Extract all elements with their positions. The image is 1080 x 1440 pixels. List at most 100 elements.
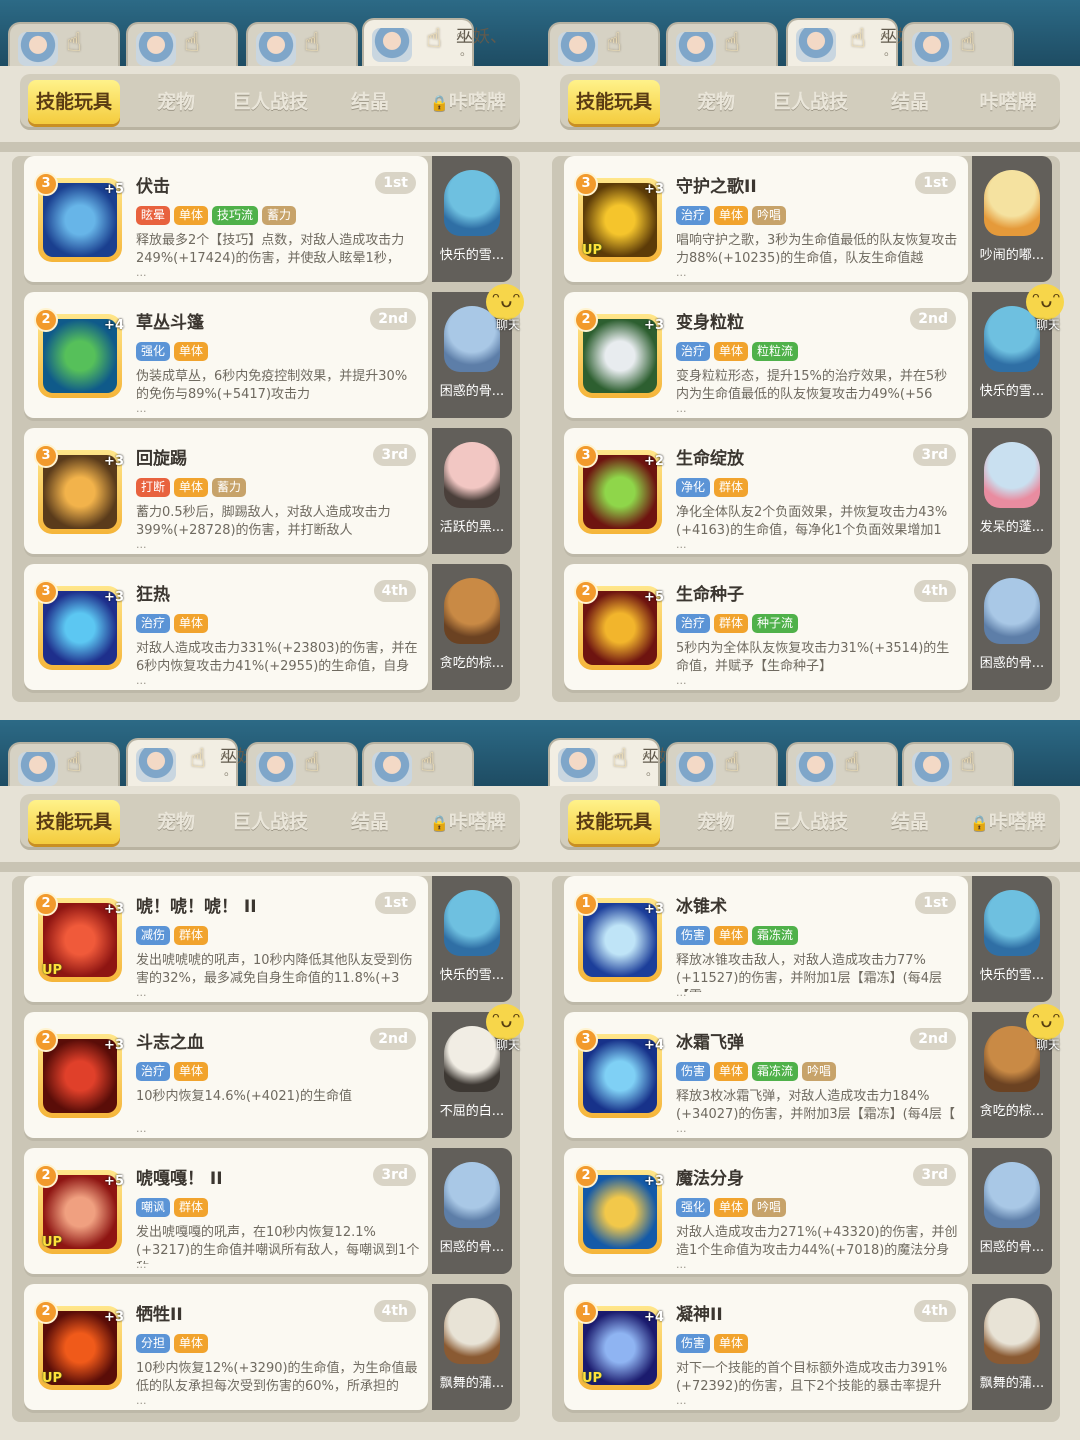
- tab-pets[interactable]: 宠物: [672, 800, 760, 844]
- pet-slot[interactable]: 活跃的黑...: [432, 428, 512, 554]
- tab-kata-cards[interactable]: 🔒咔嗒牌: [420, 800, 516, 844]
- pet-name: 活跃的黑...: [439, 520, 505, 535]
- skill-card[interactable]: 2 +5 UP 唬嘎嘎！ II 3rd 嘲讽 群体 发出唬嘎嘎的吼声，在10秒内恢复12.1%…: [24, 1148, 428, 1274]
- skill-icon[interactable]: 2 +3: [34, 1028, 124, 1118]
- tab-giant-skills[interactable]: 巨人战技: [212, 80, 328, 124]
- tab-pets[interactable]: 宠物: [132, 800, 220, 844]
- tab-giant-skills[interactable]: 巨人战技: [752, 80, 868, 124]
- character-tab[interactable]: ☝: [902, 742, 1014, 786]
- skill-card[interactable]: 3 +2 生命绽放 3rd 净化 群体 净化全体队友2个负面效果，并恢复攻击力43%(+41…: [564, 428, 968, 554]
- character-tab[interactable]: ☝: [8, 22, 120, 66]
- character-tab[interactable]: ☝: [548, 22, 660, 66]
- character-tab[interactable]: ☝: [666, 742, 778, 786]
- chat-label[interactable]: 聊天: [1036, 1036, 1060, 1053]
- pet-slot[interactable]: 快乐的雪...: [432, 876, 512, 1002]
- category-tab-bar: 技能玩具 宠物 巨人战技 结晶 咔嗒牌: [560, 74, 1060, 130]
- pet-slot[interactable]: 飘舞的蒲...: [972, 1284, 1052, 1410]
- tab-skill-toys[interactable]: 技能玩具: [568, 800, 660, 844]
- skill-icon[interactable]: 3 +5: [34, 172, 124, 262]
- pet-avatar: [984, 578, 1040, 644]
- character-tab[interactable]: ☝巫妖、∞。: [126, 738, 271, 786]
- skill-tag: 强化: [676, 1198, 711, 1217]
- skill-icon[interactable]: 3 +3: [34, 444, 124, 534]
- pet-slot[interactable]: 发呆的蓬...: [972, 428, 1052, 554]
- chat-label[interactable]: 聊天: [496, 1036, 520, 1053]
- pet-slot[interactable]: 困惑的骨...: [972, 564, 1052, 690]
- tab-giant-skills[interactable]: 巨人战技: [212, 800, 328, 844]
- skill-icon[interactable]: 2 +5 UP: [34, 1164, 124, 1254]
- skill-tag: 蓄力: [212, 478, 247, 497]
- skill-card[interactable]: 2 +3 变身粒粒 2nd 治疗 单体 粒粒流 变身粒粒形态，提升15%的治疗效果，并在5秒内…: [564, 292, 968, 418]
- screenshot-collage: ☝ ☝ ☝ ☝ 巫妖、 ∞。技能玩具 宠物 巨人战技 结晶 🔒咔嗒牌 3 +5 伏击 1st 眩晕 单体 技巧流…: [0, 0, 1080, 1440]
- skill-card[interactable]: 2 +5 生命种子 4th 治疗 群体 种子流 5秒内为全体队友恢复攻击力31%(+3514)…: [564, 564, 968, 690]
- pet-slot[interactable]: 困惑的骨...: [972, 1148, 1052, 1274]
- character-avatar: [136, 748, 176, 782]
- tab-crystals[interactable]: 结晶: [870, 80, 950, 124]
- skill-card[interactable]: 3 +4 冰霜飞弹 2nd 伤害 单体 霜冻流 吟唱 释放3枚冰霜飞弹，对敌人造成攻击力184%…: [564, 1012, 968, 1138]
- chat-bubble-icon[interactable]: ᵔᴗᵔ: [1026, 1004, 1064, 1040]
- tab-crystals[interactable]: 结晶: [330, 800, 410, 844]
- skill-card[interactable]: 3 +3 UP 守护之歌II 1st 治疗 单体 吟唱 唱响守护之歌，3秒为生命值最低的队友恢复…: [564, 156, 968, 282]
- tab-crystals[interactable]: 结晶: [870, 800, 950, 844]
- character-tab[interactable]: ☝: [362, 742, 474, 786]
- chat-label[interactable]: 聊天: [1036, 316, 1060, 333]
- skill-icon[interactable]: 2 +3 UP: [34, 892, 124, 982]
- pet-slot[interactable]: 飘舞的蒲...: [432, 1284, 512, 1410]
- skill-icon[interactable]: 2 +3: [574, 308, 664, 398]
- tab-kata-cards[interactable]: 🔒咔嗒牌: [960, 800, 1056, 844]
- skill-title: 魔法分身: [676, 1169, 744, 1189]
- character-tab[interactable]: ☝: [902, 22, 1014, 66]
- skill-icon[interactable]: 3 +2: [574, 444, 664, 534]
- skill-card[interactable]: 3 +5 伏击 1st 眩晕 单体 技巧流 蓄力 释放最多2个【技巧】点数，对敌人造成攻击力24…: [24, 156, 428, 282]
- character-tab[interactable]: ☝: [786, 742, 898, 786]
- tab-giant-skills[interactable]: 巨人战技: [752, 800, 868, 844]
- skill-icon[interactable]: 2 +3: [574, 1164, 664, 1254]
- character-tab[interactable]: ☝: [666, 22, 778, 66]
- skill-card[interactable]: 3 +3 狂热 4th 治疗 单体 对敌人造成攻击力331%(+23803)的伤害，并在6秒…: [24, 564, 428, 690]
- pet-avatar: [444, 890, 500, 956]
- skill-card[interactable]: 3 +3 回旋踢 3rd 打断 单体 蓄力 蓄力0.5秒后，脚踢敌人，对敌人造成攻击力399%…: [24, 428, 428, 554]
- pet-slot[interactable]: 快乐的雪...: [972, 876, 1052, 1002]
- character-tab[interactable]: ☝: [8, 742, 120, 786]
- tab-pets[interactable]: 宠物: [132, 80, 220, 124]
- character-tab[interactable]: ☝: [126, 22, 238, 66]
- skill-icon[interactable]: 2 +5: [574, 580, 664, 670]
- skill-icon[interactable]: 3 +3: [34, 580, 124, 670]
- skill-icon[interactable]: 3 +4: [574, 1028, 664, 1118]
- skill-card[interactable]: 2 +4 草丛斗篷 2nd 强化 单体 伪装成草丛，6秒内免疫控制效果，并提升30%的免伤与…: [24, 292, 428, 418]
- character-tab[interactable]: ☝: [246, 22, 358, 66]
- skill-card[interactable]: 1 +4 UP 凝神II 4th 伤害 单体 对下一个技能的首个目标额外造成攻击力391%(+…: [564, 1284, 968, 1410]
- skill-icon[interactable]: 1 +3: [574, 892, 664, 982]
- chat-bubble-icon[interactable]: ᵔᴗᵔ: [486, 1004, 524, 1040]
- skill-icon[interactable]: 1 +4 UP: [574, 1300, 664, 1390]
- character-tab[interactable]: ☝巫妖、∞。: [786, 18, 931, 66]
- pet-slot[interactable]: 困惑的骨...: [432, 1148, 512, 1274]
- skill-card[interactable]: 1 +3 冰锥术 1st 伤害 单体 霜冻流 释放冰锥攻击敌人，对敌人造成攻击力77%(+11…: [564, 876, 968, 1002]
- tab-pets[interactable]: 宠物: [672, 80, 760, 124]
- pet-slot[interactable]: 吵闹的嘟...: [972, 156, 1052, 282]
- skill-card[interactable]: 2 +3 斗志之血 2nd 治疗 单体 10秒内恢复14.6%(+4021)的生命值...: [24, 1012, 428, 1138]
- infinity-icon: ∞: [220, 748, 230, 762]
- skill-card[interactable]: 2 +3 UP 唬！唬！唬！ II 1st 减伤 群体 发出唬唬唬的吼声，10秒内降低其他队友…: [24, 876, 428, 1002]
- chat-bubble-icon[interactable]: ᵔᴗᵔ: [486, 284, 524, 320]
- character-tab[interactable]: ☝巫妖、∞。: [362, 18, 507, 66]
- pet-slot[interactable]: 贪吃的棕...: [432, 564, 512, 690]
- tab-kata-cards[interactable]: 咔嗒牌: [960, 80, 1056, 124]
- chat-bubble-icon[interactable]: ᵔᴗᵔ: [1026, 284, 1064, 320]
- pet-name: 发呆的蓬...: [979, 520, 1045, 535]
- skill-card[interactable]: 2 +3 魔法分身 3rd 强化 单体 吟唱 对敌人造成攻击力271%(+43320)的伤害，…: [564, 1148, 968, 1274]
- skill-card[interactable]: 2 +3 UP 牺牲II 4th 分担 单体 10秒内恢复12%(+3290)的生命值，为生命…: [24, 1284, 428, 1410]
- skill-icon[interactable]: 2 +4: [34, 308, 124, 398]
- skill-level-badge: 3: [34, 444, 58, 468]
- tab-crystals[interactable]: 结晶: [330, 80, 410, 124]
- character-tab[interactable]: ☝: [246, 742, 358, 786]
- pet-slot[interactable]: 快乐的雪...: [432, 156, 512, 282]
- tab-skill-toys[interactable]: 技能玩具: [28, 800, 120, 844]
- tab-kata-cards[interactable]: 🔒咔嗒牌: [420, 80, 516, 124]
- tab-skill-toys[interactable]: 技能玩具: [568, 80, 660, 124]
- skill-icon[interactable]: 3 +3 UP: [574, 172, 664, 262]
- skill-icon[interactable]: 2 +3 UP: [34, 1300, 124, 1390]
- tab-skill-toys[interactable]: 技能玩具: [28, 80, 120, 124]
- character-tab[interactable]: ☝巫妖、∞。: [548, 738, 693, 786]
- chat-label[interactable]: 聊天: [496, 316, 520, 333]
